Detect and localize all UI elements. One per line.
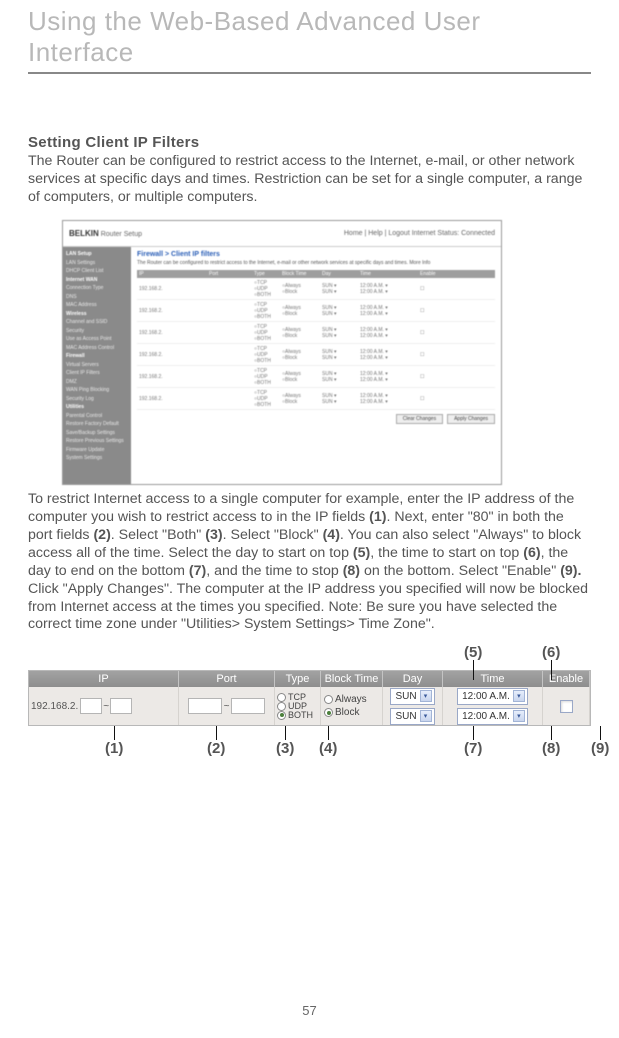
- tilde: ~: [103, 701, 109, 712]
- header-port: Port: [179, 671, 275, 687]
- chevron-down-icon: ▾: [513, 690, 525, 702]
- block-always-radio[interactable]: Always: [324, 695, 367, 705]
- enable-checkbox[interactable]: [560, 700, 573, 713]
- ip-prefix: 192.168.2.: [31, 701, 78, 712]
- callout-4: (4): [319, 740, 337, 757]
- header-ip: IP: [29, 671, 179, 687]
- callout-3: (3): [276, 740, 294, 757]
- port-end-input[interactable]: [231, 698, 265, 714]
- callout-9: (9): [591, 740, 609, 757]
- chevron-down-icon: ▾: [420, 690, 432, 702]
- screenshot-main: Firewall > Client IP filters The Router …: [131, 247, 501, 484]
- filter-row-example: IP 192.168.2. ~ Port ~ Type TCP UDP BOTH: [28, 670, 591, 726]
- callout-5: (5): [464, 644, 482, 661]
- page-number: 57: [0, 1003, 619, 1018]
- router-admin-screenshot: BELKIN Router Setup Home | Help | Logout…: [62, 220, 502, 485]
- annotated-filter-diagram: (5) (6) IP 192.168.2. ~ Port ~ Type: [28, 640, 591, 766]
- chevron-down-icon: ▾: [513, 710, 525, 722]
- time-end-select[interactable]: 12:00 A.M.▾: [457, 708, 528, 725]
- ip-start-input[interactable]: [80, 698, 102, 714]
- screenshot-brand: BELKIN Router Setup: [69, 229, 142, 238]
- header-type: Type: [275, 671, 321, 687]
- port-start-input[interactable]: [188, 698, 222, 714]
- callout-7: (7): [464, 740, 482, 757]
- screenshot-sidebar: LAN Setup LAN Settings DHCP Client List …: [63, 247, 131, 484]
- header-block-time: Block Time: [321, 671, 383, 687]
- callout-1: (1): [105, 740, 123, 757]
- page-title: Using the Web-Based Advanced User Interf…: [28, 0, 591, 68]
- section-heading: Setting Client IP Filters: [28, 134, 591, 151]
- screenshot-header-right: Home | Help | Logout Internet Status: Co…: [344, 230, 495, 237]
- day-end-select[interactable]: SUN▾: [390, 708, 434, 725]
- chevron-down-icon: ▾: [420, 710, 432, 722]
- intro-paragraph: The Router can be configured to restrict…: [28, 153, 591, 206]
- callout-2: (2): [207, 740, 225, 757]
- callout-8: (8): [542, 740, 560, 757]
- ip-end-input[interactable]: [110, 698, 132, 714]
- time-start-select[interactable]: 12:00 A.M.▾: [457, 688, 528, 705]
- header-day: Day: [383, 671, 443, 687]
- instructions-paragraph: To restrict Internet access to a single …: [28, 491, 591, 634]
- header-time: Time: [443, 671, 543, 687]
- callout-6: (6): [542, 644, 560, 661]
- day-start-select[interactable]: SUN▾: [390, 688, 434, 705]
- title-rule: [28, 72, 591, 74]
- type-both-radio[interactable]: BOTH: [277, 711, 313, 720]
- block-block-radio[interactable]: Block: [324, 708, 359, 718]
